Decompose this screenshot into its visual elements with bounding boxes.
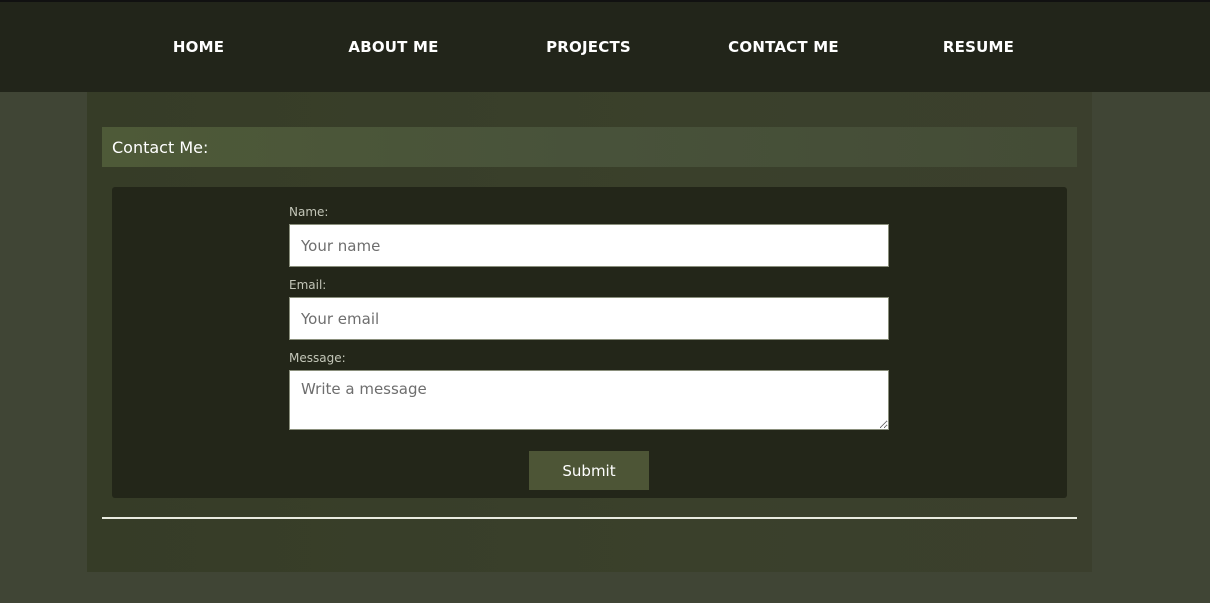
message-label: Message: (289, 351, 346, 365)
message-textarea[interactable] (289, 370, 889, 430)
contact-section-header: Contact Me: (102, 127, 1077, 167)
submit-button[interactable]: Submit (529, 451, 649, 490)
top-navbar: HOME ABOUT ME PROJECTS CONTACT ME RESUME (0, 2, 1210, 92)
nav-item-home[interactable]: HOME (101, 2, 296, 92)
contact-section-title: Contact Me: (112, 137, 209, 157)
nav-item-about-me[interactable]: ABOUT ME (296, 2, 491, 92)
nav-item-projects[interactable]: PROJECTS (491, 2, 686, 92)
content-panel: Contact Me: Name: Email: Message: Submit (87, 92, 1092, 572)
section-divider (102, 517, 1077, 519)
nav-item-contact-me[interactable]: CONTACT ME (686, 2, 881, 92)
email-input[interactable] (289, 297, 889, 340)
email-label: Email: (289, 278, 327, 292)
contact-form: Name: Email: Message: Submit (112, 187, 1067, 498)
name-input[interactable] (289, 224, 889, 267)
name-label: Name: (289, 205, 329, 219)
nav-item-resume[interactable]: RESUME (881, 2, 1076, 92)
